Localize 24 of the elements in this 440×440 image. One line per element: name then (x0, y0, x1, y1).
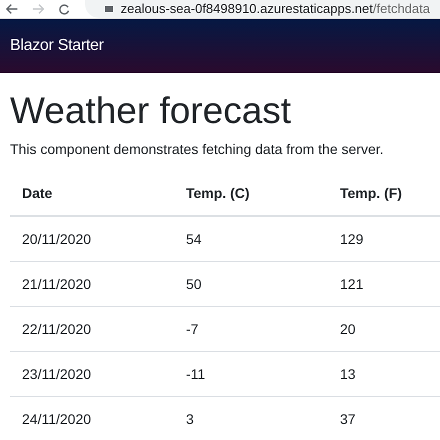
table-cell: 121 (340, 276, 364, 292)
table-cell: 20 (340, 321, 356, 338)
table-cell: -7 (186, 321, 198, 338)
table-cell: 50 (186, 276, 202, 292)
reload-icon[interactable] (58, 3, 71, 15)
column-header: Temp. (F) (328, 171, 440, 216)
table-cell: -11 (186, 366, 206, 382)
table-cell: 22/11/2020 (22, 321, 92, 338)
table-cell: 37 (340, 411, 356, 428)
table-cell: 3 (186, 411, 194, 428)
table-cell: 13 (340, 366, 356, 382)
brand-link[interactable]: Blazor Starter (10, 37, 104, 55)
page-description: This component demonstrates fetching data from the server. (10, 141, 385, 158)
table-cell: 129 (340, 231, 364, 248)
table-cell: 20/11/2020 (22, 231, 92, 248)
page-title: Weather forecast (10, 89, 292, 133)
table-cell: 24/11/2020 (22, 411, 92, 428)
column-header: Date (10, 171, 174, 216)
table-cell: 54 (186, 231, 202, 248)
address-bar[interactable]: zealous-sea-0f8498910.azurestaticapps.net/fetchdata (84, 0, 440, 18)
column-header: Temp. (C) (174, 171, 328, 216)
table-cell: 21/11/2020 (22, 276, 92, 292)
back-icon[interactable] (6, 3, 18, 15)
table-cell: 23/11/2020 (22, 366, 92, 382)
